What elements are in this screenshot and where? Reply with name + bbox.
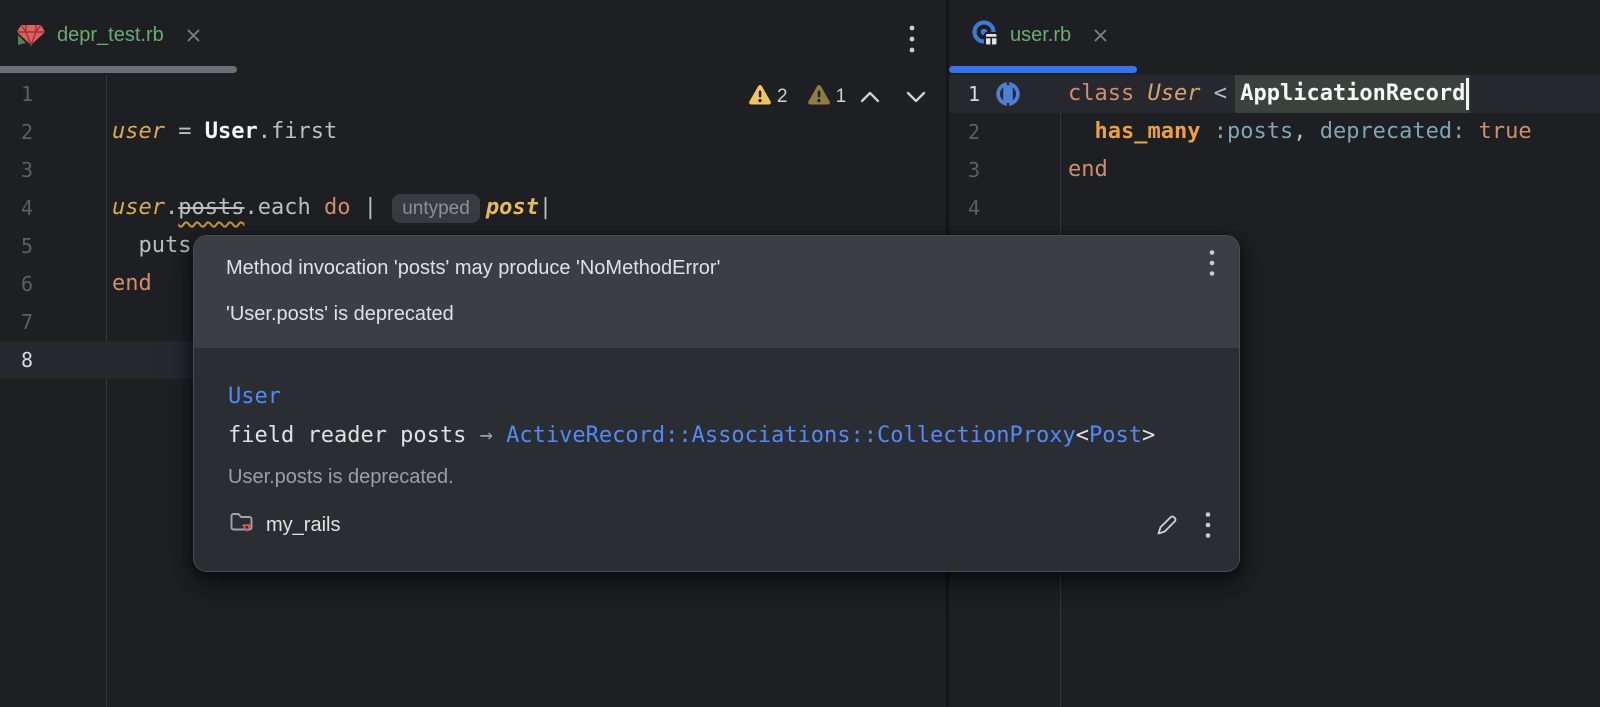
code-segment: → [480, 423, 493, 448]
code-segment: = [165, 119, 205, 144]
tab-user-rb[interactable]: user.rb [970, 0, 1108, 70]
code-text: user = User.first [112, 113, 337, 151]
warning-message: Method invocation 'posts' may produce 'N… [226, 255, 1179, 281]
ide-window: depr_test.rb 12user = User.first34user.p… [0, 0, 1600, 707]
line-number[interactable]: 3 [0, 151, 33, 189]
popup-options-kebab-icon[interactable] [1201, 249, 1223, 277]
code-segment: , [1293, 119, 1320, 144]
code-segment: end [112, 271, 152, 296]
tabbar-left: depr_test.rb [0, 0, 946, 75]
code-segment: ApplicationRecord [1235, 75, 1470, 113]
tab-options-kebab-icon[interactable] [902, 22, 922, 56]
ruby-gem-icon [15, 18, 47, 53]
code-segment: .each [244, 195, 323, 220]
rails-module-folder-icon [228, 509, 255, 541]
code-segment [493, 423, 506, 448]
code-segment: User [205, 119, 258, 144]
line-number[interactable]: 2 [0, 113, 33, 151]
code-segment: field reader posts [228, 423, 480, 448]
code-line[interactable]: 3 end [949, 151, 1600, 189]
code-segment: | [539, 195, 552, 220]
code-text: user.posts.each do | untypedpost| [112, 189, 552, 227]
doc-class-name: User [228, 377, 1219, 416]
tab-depr-test-rb[interactable]: depr_test.rb [15, 0, 201, 70]
code-line[interactable]: 1 class User < ApplicationRecord [949, 75, 1600, 113]
code-segment: posts [178, 195, 244, 220]
code-text: has_many :posts, deprecated: true [1068, 113, 1532, 151]
code-text: class User < ApplicationRecord [1068, 75, 1465, 113]
tab-underline-active [949, 66, 1137, 73]
code-line[interactable]: 4 [949, 189, 1600, 227]
line-number[interactable]: 6 [0, 265, 33, 303]
code-segment: true [1479, 119, 1532, 144]
line-number[interactable]: 8 [0, 341, 33, 379]
code-segment [1200, 119, 1213, 144]
code-segment: User [1147, 81, 1200, 106]
code-segment: puts [112, 233, 191, 258]
line-number[interactable]: 7 [0, 303, 33, 341]
code-segment: class [1068, 81, 1147, 106]
line-number[interactable]: 4 [0, 189, 33, 227]
tab-label: depr_test.rb [57, 24, 164, 47]
code-segment: :posts [1214, 119, 1293, 144]
code-segment: Post [1089, 423, 1142, 448]
tabbar-right: user.rb [949, 0, 1600, 75]
code-line[interactable]: 2 has_many :posts, deprecated: true [949, 113, 1600, 151]
weak-warning-icon [807, 84, 831, 111]
code-segment: user [112, 119, 165, 144]
code-segment: end [1068, 157, 1108, 182]
tab-label: user.rb [1010, 24, 1071, 47]
code-text: end [112, 265, 152, 303]
doc-signature: field reader posts → ActiveRecord::Assoc… [228, 416, 1219, 455]
code-line[interactable]: 3 [0, 151, 946, 189]
line-number[interactable]: 4 [949, 189, 980, 227]
code-line[interactable]: 2 user = User.first [0, 113, 946, 151]
inspection-popup: Method invocation 'posts' may produce 'N… [193, 235, 1240, 572]
close-tab-icon[interactable] [1093, 28, 1108, 43]
line-number[interactable]: 3 [949, 151, 980, 189]
tab-underline-inactive [0, 66, 237, 73]
code-segment: has_many [1095, 119, 1201, 144]
popup-doc-section: User field reader posts → ActiveRecord::… [194, 348, 1239, 571]
code-line[interactable]: 4user.posts.each do | untypedpost| [0, 189, 946, 227]
code-segment [1068, 119, 1095, 144]
code-segment: | [350, 195, 390, 220]
edit-pencil-icon[interactable] [1149, 508, 1183, 542]
inspections-widget[interactable]: 2 1 [748, 79, 926, 115]
module-name: my_rails [266, 514, 340, 537]
deprecation-message: 'User.posts' is deprecated [226, 301, 1179, 327]
model-gutter-icon[interactable] [995, 81, 1021, 107]
code-segment: do [324, 195, 351, 220]
code-segment: ActiveRecord::Associations::CollectionPr… [506, 423, 1076, 448]
code-segment: user [112, 195, 165, 220]
line-number[interactable]: 1 [0, 75, 33, 113]
code-segment: > [1142, 423, 1155, 448]
warning-icon [748, 84, 772, 111]
code-segment [1465, 119, 1478, 144]
code-segment: untyped [392, 194, 480, 223]
weak-warning-count: 1 [836, 86, 847, 108]
previous-highlight-chevron-up-icon[interactable] [860, 91, 880, 103]
more-options-kebab-icon[interactable] [1197, 508, 1219, 542]
next-highlight-chevron-down-icon[interactable] [906, 91, 926, 103]
line-number[interactable]: 2 [949, 113, 980, 151]
code-segment: .first [258, 119, 337, 144]
line-number[interactable]: 1 [949, 75, 980, 113]
code-segment: post [486, 195, 539, 220]
code-segment: . [165, 195, 178, 220]
code-text: puts [112, 227, 191, 265]
code-segment: deprecated: [1320, 119, 1466, 144]
doc-deprecation-note: User.posts is deprecated. [228, 464, 1219, 490]
close-tab-icon[interactable] [186, 28, 201, 43]
code-text: end [1068, 151, 1108, 189]
popup-warning-section: Method invocation 'posts' may produce 'N… [194, 236, 1239, 348]
model-icon [970, 18, 1000, 53]
code-segment: < [1076, 423, 1089, 448]
popup-footer: my_rails [228, 504, 1219, 546]
warning-count: 2 [777, 86, 788, 108]
line-number[interactable]: 5 [0, 227, 33, 265]
